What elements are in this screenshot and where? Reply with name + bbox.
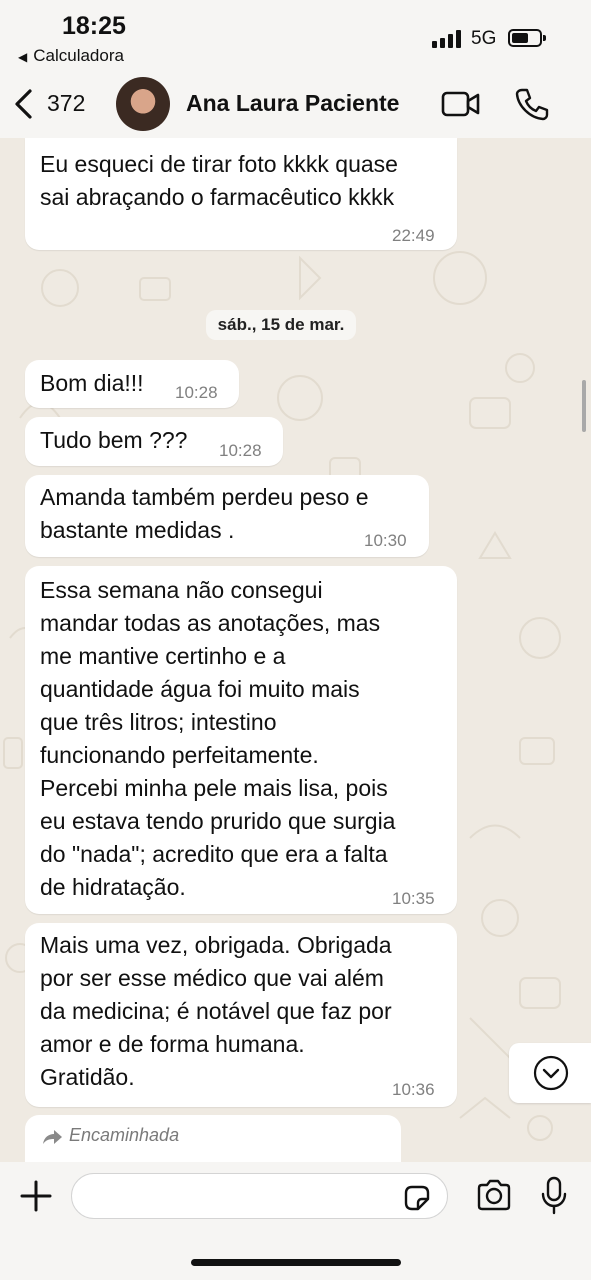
message-time: 10:30	[364, 531, 407, 550]
forwarded-message[interactable]: Encaminhada	[25, 1115, 401, 1162]
forwarded-label: Encaminhada	[69, 1125, 180, 1145]
avatar[interactable]	[116, 77, 170, 131]
phone-call-icon[interactable]	[515, 87, 549, 121]
signal-icon	[432, 30, 461, 48]
message-time: 10:35	[392, 889, 435, 908]
plus-icon[interactable]	[20, 1180, 52, 1212]
sticker-icon[interactable]	[402, 1183, 432, 1213]
contact-name[interactable]: Ana Laura Paciente	[186, 90, 399, 117]
battery-icon	[508, 29, 546, 47]
message-text: Eu esqueci de tirar foto kkkk quase sai …	[40, 151, 398, 210]
message-text: Mais uma vez, obrigada. Obrigada por ser…	[40, 932, 392, 1090]
status-bar: 18:25 ◀ Calculadora 5G	[0, 0, 591, 72]
video-call-icon[interactable]	[441, 90, 481, 118]
back-chevron-icon[interactable]	[12, 88, 34, 120]
clock: 18:25	[62, 12, 126, 40]
unread-count[interactable]: 372	[47, 90, 85, 117]
chat-area[interactable]: Eu esqueci de tirar foto kkkk quase sai …	[0, 138, 591, 1162]
message-time: 10:28	[175, 383, 218, 402]
message-bubble[interactable]: Bom dia!!! 10:28	[25, 360, 239, 408]
date-separator: sáb., 15 de mar.	[206, 310, 356, 340]
home-indicator[interactable]	[191, 1259, 401, 1266]
back-to-app-link[interactable]: ◀ Calculadora	[18, 46, 124, 66]
camera-icon[interactable]	[476, 1179, 512, 1211]
message-bubble[interactable]: Eu esqueci de tirar foto kkkk quase sai …	[25, 138, 457, 250]
back-triangle-icon: ◀	[18, 50, 28, 64]
scroll-to-bottom-button[interactable]	[509, 1043, 591, 1103]
message-text: Tudo bem ???	[40, 427, 188, 453]
message-bubble[interactable]: Amanda também perdeu peso e bastante med…	[25, 475, 429, 557]
message-text: Amanda também perdeu peso e bastante med…	[40, 484, 369, 543]
message-bubble[interactable]: Tudo bem ??? 10:28	[25, 417, 283, 466]
back-app-label: Calculadora	[33, 46, 124, 65]
message-time: 10:36	[392, 1080, 435, 1099]
composer-bar	[0, 1162, 591, 1280]
message-text: Essa semana não consegui mandar todas as…	[40, 577, 396, 900]
chevron-down-icon	[533, 1055, 569, 1091]
message-bubble[interactable]: Mais uma vez, obrigada. Obrigada por ser…	[25, 923, 457, 1107]
message-time: 22:49	[392, 226, 435, 245]
microphone-icon[interactable]	[541, 1176, 567, 1216]
network-label: 5G	[471, 28, 497, 49]
forward-arrow-icon	[43, 1130, 62, 1144]
message-time: 10:28	[219, 441, 262, 460]
message-input[interactable]	[71, 1173, 448, 1219]
scrollbar[interactable]	[582, 380, 586, 432]
message-bubble[interactable]: Essa semana não consegui mandar todas as…	[25, 566, 457, 914]
message-text: Bom dia!!!	[40, 370, 144, 396]
chat-header: 372 Ana Laura Paciente	[0, 72, 591, 138]
